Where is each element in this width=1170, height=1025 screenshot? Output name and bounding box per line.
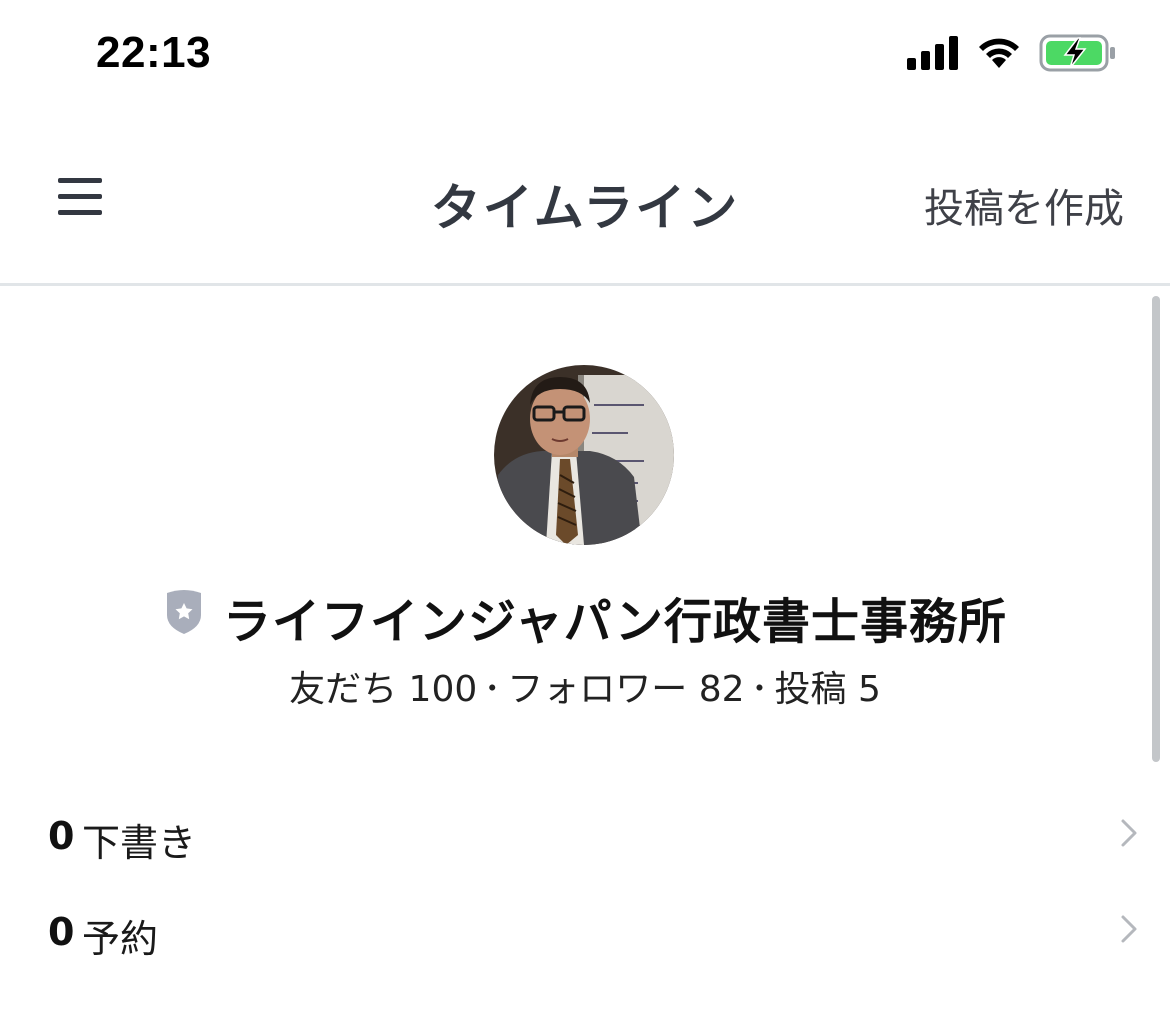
avatar-photo <box>494 365 674 545</box>
friends-count: 100 <box>408 669 478 710</box>
status-icons <box>905 34 1120 74</box>
posts-label: 投稿 <box>774 669 847 710</box>
posts-link[interactable]: 投稿 5 <box>775 669 881 710</box>
profile-stats: 友だち 100 ･フォロワー 82 ･投稿 5 <box>0 660 1170 712</box>
avatar[interactable] <box>494 365 674 545</box>
shield-star-icon <box>166 590 201 634</box>
status-bar: 22:13 <box>0 0 1170 110</box>
scheduled-row[interactable]: 0 予約 <box>0 888 1170 984</box>
friends-link[interactable]: 友だち 100 <box>289 669 477 710</box>
scheduled-count: 0 <box>48 910 75 954</box>
stats-separator: ･ <box>483 669 502 710</box>
status-time: 22:13 <box>96 28 212 77</box>
followers-link[interactable]: フォロワー 82 <box>507 669 744 710</box>
posts-count: 5 <box>858 669 881 710</box>
followers-label: フォロワー <box>507 669 688 710</box>
profile-name-row: ライフインジャパン行政書士事務所 <box>0 582 1170 652</box>
drafts-row[interactable]: 0 下書き <box>0 792 1170 888</box>
drafts-count: 0 <box>48 814 75 858</box>
friends-label: 友だち <box>289 669 398 710</box>
scheduled-label: 予約 <box>82 917 159 961</box>
stats-separator: ･ <box>750 669 769 710</box>
profile-name: ライフインジャパン行政書士事務所 <box>222 594 1007 650</box>
wifi-icon <box>979 38 1019 68</box>
chevron-right-icon <box>1121 819 1137 847</box>
chevron-right-icon <box>1121 915 1137 943</box>
followers-count: 82 <box>698 669 745 710</box>
nav-bar: タイムライン 投稿を作成 <box>0 110 1170 286</box>
battery-charging-icon <box>1039 34 1115 72</box>
create-post-button[interactable]: 投稿を作成 <box>924 176 1124 234</box>
cellular-signal-icon <box>907 36 958 70</box>
drafts-label: 下書き <box>82 821 197 865</box>
